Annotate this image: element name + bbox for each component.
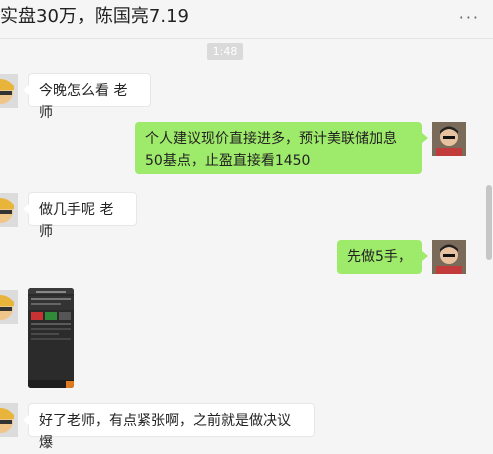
- message-timestamp: 1:48: [207, 43, 243, 60]
- chat-scrollbar[interactable]: [486, 185, 492, 260]
- student-avatar[interactable]: [0, 403, 18, 437]
- chat-image-message[interactable]: [28, 288, 74, 388]
- student-avatar-icon: [0, 290, 18, 324]
- student-avatar[interactable]: [0, 74, 18, 108]
- chat-message-outgoing[interactable]: 先做5手，: [337, 240, 428, 274]
- chat-header: 实盘30万，陈国亮7.19 ···: [0, 0, 493, 39]
- more-options-icon[interactable]: ···: [459, 8, 480, 27]
- student-avatar[interactable]: [0, 290, 18, 324]
- teacher-avatar[interactable]: [432, 122, 466, 156]
- trading-app-screenshot-thumbnail: [28, 288, 74, 388]
- teacher-avatar-icon: [432, 122, 466, 156]
- teacher-avatar[interactable]: [432, 240, 466, 274]
- chat-message-outgoing[interactable]: 个人建议现价直接进多，预计美联储加息50基点，止盈直接看1450: [135, 122, 428, 174]
- chat-title: 实盘30万，陈国亮7.19: [0, 6, 189, 27]
- teacher-avatar-icon: [432, 240, 466, 274]
- student-avatar-icon: [0, 403, 18, 437]
- chat-message-incoming[interactable]: 今晚怎么看 老师: [23, 73, 151, 121]
- student-avatar-icon: [0, 74, 18, 108]
- student-avatar-icon: [0, 193, 18, 227]
- chat-message-incoming[interactable]: 做几手呢 老师: [23, 192, 137, 240]
- student-avatar[interactable]: [0, 193, 18, 227]
- chat-message-incoming[interactable]: 好了老师，有点紧张啊，之前就是做决议爆: [23, 403, 315, 451]
